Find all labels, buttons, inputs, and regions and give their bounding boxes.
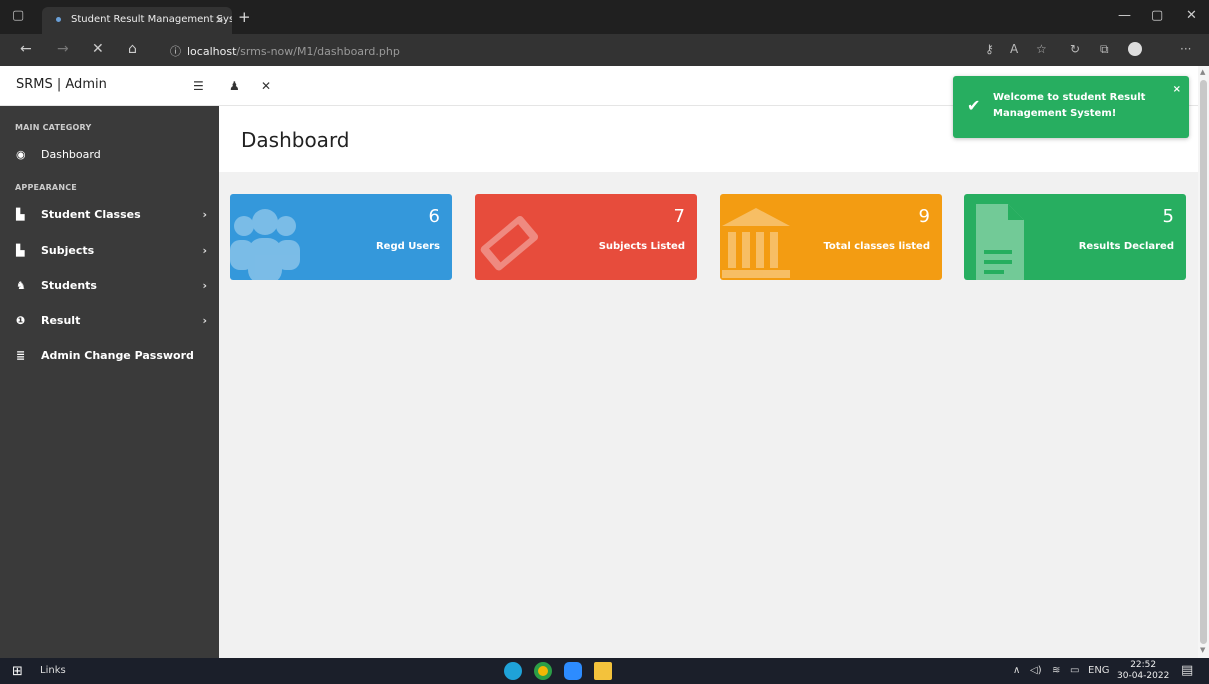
sidebar-item-label: Students <box>41 279 97 292</box>
forward-icon[interactable]: → <box>57 41 69 57</box>
users-icon <box>230 209 300 280</box>
stat-card-subjects-listed[interactable]: 7 Subjects Listed <box>475 194 697 280</box>
stat-label: Results Declared <box>1078 241 1174 252</box>
institution-icon <box>722 208 790 278</box>
sidebar-item-admin-change-password[interactable]: ≣ Admin Change Password <box>0 342 219 370</box>
sidebar-item-subjects[interactable]: ▙ Subjects › <box>0 237 219 265</box>
stat-label: Subjects Listed <box>598 241 685 252</box>
stat-card-total-classes[interactable]: 9 Total classes listed <box>720 194 942 280</box>
battery-icon[interactable]: ▭ <box>1070 665 1079 676</box>
minimize-icon[interactable]: — <box>1118 8 1131 23</box>
scroll-up-icon[interactable]: ▲ <box>1200 68 1205 76</box>
read-aloud-icon[interactable]: A <box>1010 42 1018 56</box>
chevron-right-icon: › <box>202 244 207 257</box>
scrollbar-thumb[interactable] <box>1200 80 1207 644</box>
sidebar-item-students[interactable]: ♞ Students › <box>0 272 219 300</box>
language-indicator[interactable]: ENG <box>1088 665 1110 676</box>
sidebar-category-appearance: APPEARANCE <box>15 183 77 192</box>
users-icon: ♞ <box>16 279 26 292</box>
home-icon[interactable]: ⌂ <box>128 41 137 57</box>
wifi-icon[interactable]: ≋ <box>1052 665 1060 676</box>
sidebar-item-student-classes[interactable]: ▙ Student Classes › <box>0 201 219 229</box>
favorite-icon[interactable]: ☆ <box>1036 42 1047 56</box>
sidebar-item-label: Subjects <box>41 244 95 257</box>
taskbar-clock[interactable]: 22:52 30-04-2022 <box>1117 660 1169 682</box>
ticket-icon <box>480 216 539 271</box>
new-tab-button[interactable]: + <box>238 8 251 26</box>
notification-icon[interactable]: ▤ <box>1181 663 1193 678</box>
page-scrollbar[interactable]: ▲ ▼ <box>1198 66 1209 658</box>
volume-icon[interactable]: ◁) <box>1030 665 1042 676</box>
file-icon: ▙ <box>16 244 25 257</box>
menu-toggle-icon[interactable]: ☰ <box>193 79 204 93</box>
brand-title[interactable]: SRMS | Admin <box>16 77 107 92</box>
check-icon: ✔ <box>967 96 981 115</box>
scroll-down-icon[interactable]: ▼ <box>1200 646 1205 654</box>
toast-close-icon[interactable]: × <box>1173 84 1181 95</box>
more-icon[interactable]: ··· <box>1180 42 1191 56</box>
stat-label: Regd Users <box>375 241 440 252</box>
sidebar-item-label: Admin Change Password <box>41 349 194 362</box>
sidebar-item-label: Student Classes <box>41 208 141 221</box>
fullscreen-icon[interactable]: ✕ <box>261 79 271 93</box>
stat-value: 7 <box>673 206 685 227</box>
stop-icon[interactable]: ✕ <box>92 41 104 57</box>
chrome-icon[interactable] <box>534 662 552 680</box>
user-icon[interactable]: ♟ <box>229 79 240 93</box>
stat-value: 6 <box>428 206 440 227</box>
tab-title: Student Result Management Sys <box>71 14 232 25</box>
key-icon[interactable]: ⚷ <box>985 42 994 56</box>
site-info-icon[interactable]: ⓘ <box>170 45 181 58</box>
url-host: localhost <box>187 45 237 58</box>
refresh-extension-icon[interactable]: ↻ <box>1070 42 1080 56</box>
chevron-right-icon: › <box>202 208 207 221</box>
stat-card-results-declared[interactable]: 5 Results Declared <box>964 194 1186 280</box>
url-path: /srms-now/M1/dashboard.php <box>236 45 400 58</box>
windows-start-icon[interactable]: ⊞ <box>12 664 23 679</box>
os-taskbar: ⊞ Links ∧ ◁) ≋ ▭ ENG 22:52 30-04-2022 ▤ <box>0 658 1209 684</box>
sidebar-category-main: MAIN CATEGORY <box>15 123 92 132</box>
file-icon: ▙ <box>16 208 25 221</box>
close-window-icon[interactable]: ✕ <box>1186 8 1197 23</box>
sidebar-item-dashboard[interactable]: ◉ Dashboard <box>0 141 219 169</box>
sidebar: MAIN CATEGORY ◉ Dashboard APPEARANCE ▙ Stu… <box>0 106 219 658</box>
browser-tab-bar: ▢ Student Result Management Sys × + — ▢ … <box>0 0 1209 34</box>
list-icon: ≣ <box>16 349 26 362</box>
chevron-right-icon: › <box>202 314 207 327</box>
tray-chevron-icon[interactable]: ∧ <box>1013 665 1020 676</box>
favicon-icon <box>56 16 61 22</box>
welcome-toast: ✔ Welcome to student Result Management S… <box>953 76 1189 138</box>
back-icon[interactable]: ← <box>20 41 32 57</box>
edge-icon[interactable] <box>504 662 522 680</box>
sidebar-item-label: Dashboard <box>41 148 101 161</box>
stat-card-regd-users[interactable]: 6 Regd Users <box>230 194 452 280</box>
clock-date: 30-04-2022 <box>1117 671 1170 681</box>
document-icon <box>976 204 1024 280</box>
sidebar-item-result[interactable]: ❶ Result › <box>0 307 219 335</box>
file-explorer-icon[interactable] <box>594 662 612 680</box>
page-title: Dashboard <box>241 128 350 152</box>
info-icon: ❶ <box>16 314 26 327</box>
stat-value: 9 <box>918 206 930 227</box>
dashboard-icon: ◉ <box>16 148 26 161</box>
restore-icon[interactable]: ▢ <box>1151 8 1163 23</box>
collections-icon[interactable]: ⧉ <box>1100 42 1109 57</box>
browser-tab[interactable]: Student Result Management Sys × <box>42 7 232 34</box>
stat-value: 5 <box>1162 206 1174 227</box>
taskbar-links[interactable]: Links <box>40 665 66 676</box>
profile-icon[interactable] <box>1128 42 1142 56</box>
sidebar-item-label: Result <box>41 314 81 327</box>
toast-message: Welcome to student Result Management Sys… <box>993 92 1146 119</box>
address-bar: ← → ✕ ⌂ ⓘ localhost/srms-now/M1/dashboard… <box>0 34 1209 66</box>
tab-close-icon[interactable]: × <box>215 13 224 26</box>
chevron-right-icon: › <box>202 279 207 292</box>
stat-label: Total classes listed <box>823 241 930 252</box>
window-menu-icon[interactable]: ▢ <box>12 8 24 23</box>
clock-time: 22:52 <box>1130 660 1157 670</box>
zoom-icon[interactable] <box>564 662 582 680</box>
url-field[interactable]: ⓘ localhost/srms-now/M1/dashboard.php <box>170 43 400 59</box>
